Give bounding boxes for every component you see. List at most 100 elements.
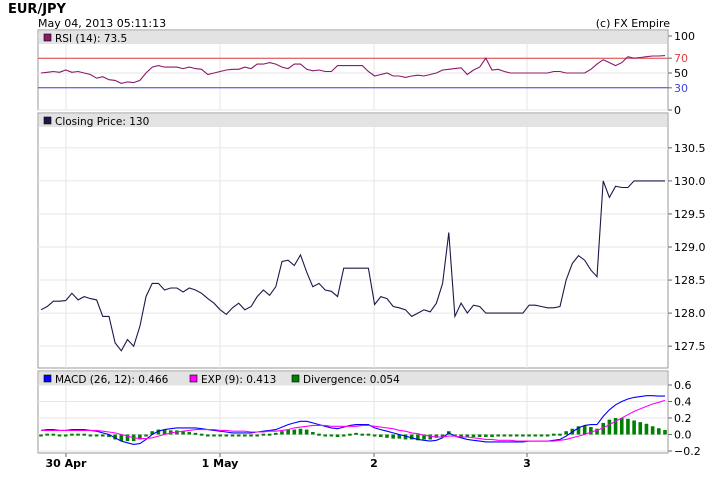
divergence-bar [533,434,538,437]
divergence-bar [329,434,334,437]
divergence-bar [57,434,62,437]
y-tick-label: 0 [674,104,681,117]
y-tick-label: 70 [674,52,688,65]
y-tick-label: 0.2 [674,412,692,425]
legend-swatch [291,374,300,383]
divergence-bar [236,434,241,437]
divergence-bar [564,431,568,435]
divergence-bar [224,434,229,437]
y-tick-label: 50 [674,67,688,80]
divergence-bar [261,433,266,436]
divergence-bar [212,434,216,437]
divergence-bar [484,434,488,437]
divergence-bar [249,434,253,437]
divergence-bar [428,434,433,440]
y-tick-label: 128.5 [674,274,706,287]
legend-label: Divergence: 0.054 [303,374,400,386]
divergence-bar [545,434,550,437]
divergence-bar [366,433,371,436]
legend-label: Closing Price: 130 [55,116,149,128]
divergence-bar [589,427,593,435]
divergence-bar [335,434,340,437]
divergence-bar [199,433,204,436]
divergence-bar [243,434,247,437]
x-tick-label: 30 Apr [46,457,88,470]
divergence-bar [626,418,630,435]
y-tick-label: −0.2 [674,445,701,458]
divergence-bar [193,432,198,435]
divergence-bar [508,434,513,437]
y-tick-label: 128.0 [674,307,706,320]
divergence-bar [206,434,210,437]
divergence-bar [459,434,463,437]
y-tick-label: 130.0 [674,175,706,188]
divergence-bar [292,429,297,435]
divergence-bar [88,434,93,437]
divergence-bar [100,434,105,437]
divergence-bar [551,433,556,436]
divergence-bar [360,433,365,436]
divergence-bar [51,433,56,436]
divergence-bar [280,431,284,435]
legend-label: RSI (14): 73.5 [55,33,127,45]
legend-label: EXP (9): 0.413 [201,374,276,386]
divergence-bar [76,433,80,436]
divergence-bar [657,428,661,435]
panel-frame [37,112,669,369]
divergence-bar [521,434,525,437]
divergence-bar [471,434,476,437]
divergence-bar [379,434,383,437]
divergence-bar [372,434,377,437]
divergence-bar [273,432,278,435]
divergence-bar [317,433,321,436]
divergence-bar [354,432,358,435]
y-tick-label: 0.0 [674,429,692,442]
divergence-bar [82,433,87,436]
divergence-bar [144,434,148,437]
y-tick-label: 130.5 [674,142,706,155]
divergence-bar [619,418,624,435]
legend-label: MACD (26, 12): 0.466 [55,374,169,386]
divergence-bar [502,434,507,437]
divergence-bar [391,434,395,439]
divergence-bar [650,426,655,435]
y-tick-label: 100 [674,30,695,43]
legend-swatch [189,374,198,383]
legend-bar [39,31,667,44]
y-tick-label: 30 [674,82,688,95]
y-tick-label: 0.6 [674,379,692,392]
divergence-bar [558,433,562,436]
divergence-bar [490,434,494,437]
divergence-bar [39,434,43,437]
divergence-bar [267,433,272,436]
y-tick-label: 127.5 [674,340,706,353]
legend-swatch [43,374,52,383]
y-tick-label: 0.4 [674,396,692,409]
divergence-bar [323,434,327,437]
divergence-bar [527,434,531,437]
divergence-bar [514,434,519,437]
legend-swatch [43,116,52,125]
divergence-bar [644,423,649,435]
divergence-bar [255,434,260,437]
divergence-bar [582,425,587,435]
divergence-bar [63,434,68,437]
divergence-bar [477,434,482,437]
divergence-bar [311,432,315,435]
divergence-bar [70,433,74,436]
y-tick-label: 129.0 [674,241,706,254]
divergence-bar [298,428,303,435]
divergence-bar [230,434,235,437]
divergence-bar [539,434,544,437]
divergence-bar [341,434,346,437]
chart-canvas: 100 70 50 30 0 RSI (14): 73.5 130.5 130.0 129.5 1… [37,29,706,470]
y-tick-label: 129.5 [674,208,706,221]
divergence-bar [94,434,99,437]
divergence-bar [385,434,389,438]
divergence-bar [607,419,612,435]
divergence-bar [496,434,500,437]
x-tick-label: 3 [523,457,531,470]
divergence-bar [638,422,643,435]
divergence-bar [187,432,192,435]
x-tick-label: 1 May [202,457,239,470]
